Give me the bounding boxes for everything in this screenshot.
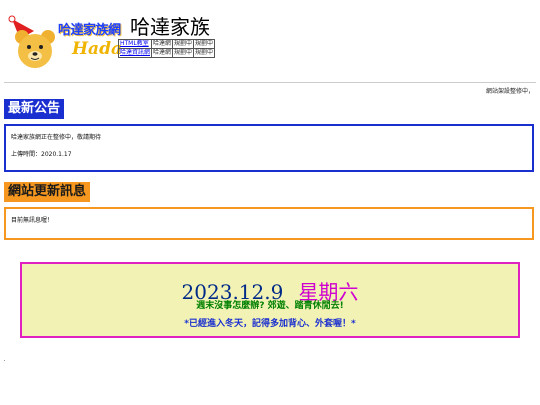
nav-item[interactable]: 哈達網 (151, 48, 174, 58)
nav-item[interactable]: 哈達網 (151, 39, 174, 49)
announcement-upload-time: 上傳時間：2020.1.17 (11, 151, 72, 158)
nav-menu-table: HTML教室 哈達網 規劃中 規劃中 哈達資訊網 哈達網 規劃中 規劃中 (117, 39, 216, 58)
stray-dot (4, 360, 5, 361)
marquee-notice: 網站架設整修中， (485, 88, 534, 95)
nav-item: 規劃中 (193, 39, 216, 49)
bear-mascot-icon (8, 15, 55, 68)
season-message: *已經進入冬天，記得多加背心、外套喔！* (184, 319, 356, 329)
announcement-header: 最新公告 (4, 99, 65, 119)
weekend-message: 週末沒事怎麼辦? 郊遊、踏青休閒去! (196, 301, 344, 311)
nav-item: 規劃中 (193, 48, 216, 58)
header-divider (4, 82, 536, 83)
nav-link-html-classroom[interactable]: HTML教室 (117, 39, 153, 49)
announcement-text: 哈達家族網正在整修中，敬請期待 (11, 134, 102, 141)
updates-box: 目前無訊息喔！ (4, 207, 534, 240)
site-logo[interactable]: 哈達家族網 Hada (4, 7, 126, 68)
nav-item: 規劃中 (172, 39, 195, 49)
announcement-box: 哈達家族網正在整修中，敬請期待 上傳時間：2020.1.17 (4, 124, 534, 172)
updates-text: 目前無訊息喔！ (11, 217, 54, 224)
logo-title: 哈達家族網 (58, 23, 121, 38)
date-panel: 2023.12.9 星期六 週末沒事怎麼辦? 郊遊、踏青休閒去! *已經進入冬天… (20, 262, 520, 338)
logo-hada-wordmark: Hada (72, 39, 122, 59)
nav-item: 規劃中 (172, 48, 195, 58)
page-title: 哈達家族 (130, 15, 210, 39)
updates-header: 網站更新訊息 (4, 182, 91, 202)
nav-link-hada-info[interactable]: 哈達資訊網 (117, 48, 153, 58)
